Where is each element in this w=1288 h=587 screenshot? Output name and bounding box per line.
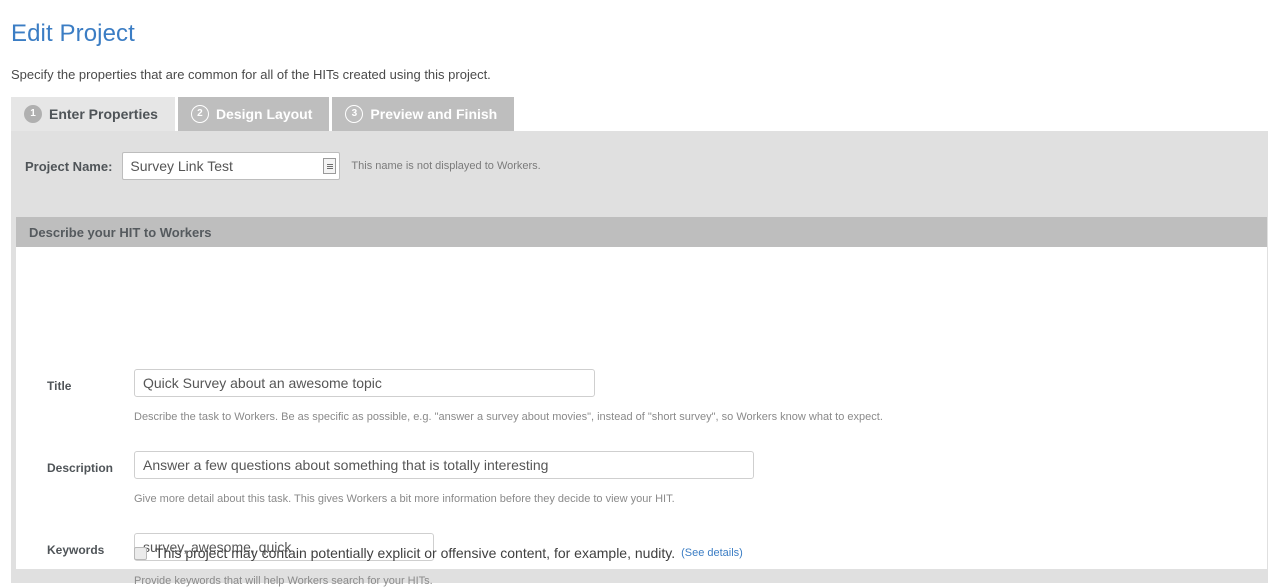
- description-label: Description: [47, 461, 114, 475]
- edit-project-page: Edit Project Specify the properties that…: [0, 0, 1288, 587]
- wizard-tabs: 1 Enter Properties 2 Design Layout 3 Pre…: [11, 97, 515, 131]
- project-name-input-wrap: [122, 152, 341, 180]
- keywords-help-text: Provide keywords that will help Workers …: [134, 575, 433, 587]
- adult-content-checkbox[interactable]: [134, 546, 147, 560]
- title-input[interactable]: [134, 369, 595, 397]
- title-label: Title: [47, 379, 72, 393]
- resize-grabber-icon[interactable]: [323, 158, 337, 174]
- tab-preview-and-finish[interactable]: 3 Preview and Finish: [332, 97, 515, 131]
- title-help-text: Describe the task to Workers. Be as spec…: [134, 411, 883, 423]
- tab-design-layout[interactable]: 2 Design Layout: [177, 97, 330, 131]
- page-subtitle: Specify the properties that are common f…: [11, 67, 491, 82]
- tab-label-design-layout: Design Layout: [215, 106, 313, 122]
- description-input[interactable]: [134, 451, 754, 479]
- project-name-label: Project Name:: [25, 158, 113, 174]
- project-name-row: Project Name: This name is not displayed…: [11, 131, 1268, 201]
- page-title: Edit Project: [11, 20, 135, 47]
- project-name-input[interactable]: [122, 152, 341, 180]
- keywords-label: Keywords: [47, 543, 105, 557]
- project-name-note: This name is not displayed to Workers.: [351, 160, 541, 172]
- tab-label-preview-and-finish: Preview and Finish: [370, 106, 498, 122]
- adult-content-label: This project may contain potentially exp…: [155, 545, 676, 561]
- tab-enter-properties[interactable]: 1 Enter Properties: [11, 97, 175, 131]
- step-number-badge-2: 2: [190, 105, 209, 123]
- see-details-link[interactable]: (See details): [681, 547, 743, 559]
- step-number-badge-3: 3: [345, 105, 364, 123]
- description-help-text: Give more detail about this task. This g…: [134, 493, 675, 505]
- section-body: Title Describe the task to Workers. Be a…: [16, 247, 1267, 587]
- describe-hit-section: Describe your HIT to Workers Title Descr…: [16, 217, 1267, 587]
- section-header: Describe your HIT to Workers: [16, 217, 1267, 247]
- tab-label-enter-properties: Enter Properties: [49, 106, 158, 122]
- adult-content-row: This project may contain potentially exp…: [134, 545, 743, 561]
- step-number-badge-1: 1: [24, 105, 42, 123]
- form-shell: Project Name: This name is not displayed…: [11, 131, 1268, 587]
